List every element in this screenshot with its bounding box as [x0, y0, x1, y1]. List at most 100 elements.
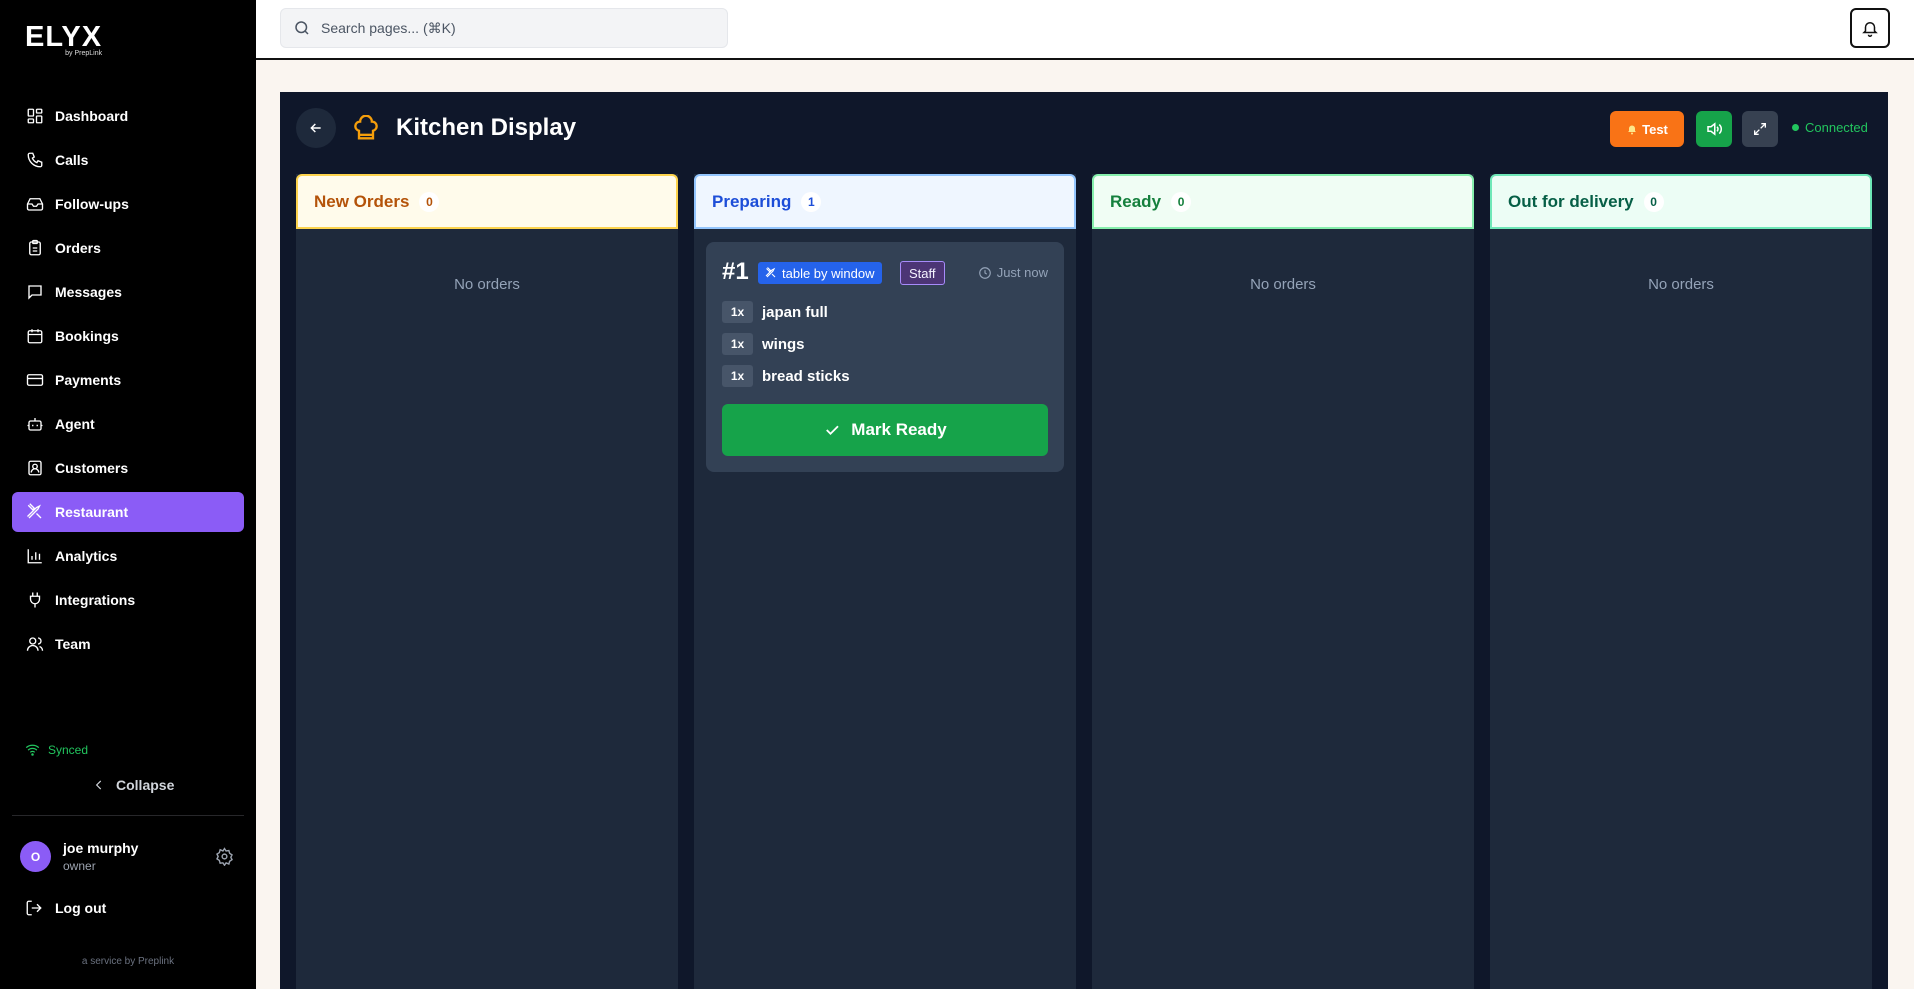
sidebar-item-calls[interactable]: Calls — [12, 140, 244, 180]
sidebar-item-agent[interactable]: Agent — [12, 404, 244, 444]
dashboard-icon — [25, 106, 45, 126]
sidebar-item-bookings[interactable]: Bookings — [12, 316, 244, 356]
sidebar-item-label: Team — [55, 636, 91, 652]
column-preparing: Preparing 1 #1 table by window Staff Jus… — [694, 174, 1076, 989]
sidebar-item-label: Follow-ups — [55, 196, 129, 212]
sound-toggle-button[interactable] — [1696, 111, 1732, 147]
service-credit: a service by Preplink — [81, 956, 175, 967]
bar-chart-icon — [25, 546, 45, 566]
connection-status-label: Connected — [1805, 120, 1868, 135]
empty-state: No orders — [1648, 276, 1714, 293]
column-header: Out for delivery 0 — [1490, 174, 1872, 229]
sync-status: Synced — [25, 742, 88, 757]
phone-icon — [25, 150, 45, 170]
column-ready: Ready 0 No orders — [1092, 174, 1474, 989]
sidebar-item-dashboard[interactable]: Dashboard — [12, 96, 244, 136]
plug-icon — [25, 590, 45, 610]
item-name: bread sticks — [762, 367, 850, 385]
column-header: New Orders 0 — [296, 174, 678, 229]
clock-icon — [978, 266, 992, 280]
table-badge: table by window — [758, 262, 882, 284]
sidebar-item-label: Restaurant — [55, 504, 129, 520]
back-button[interactable] — [296, 108, 336, 148]
sidebar-item-label: Bookings — [55, 328, 119, 344]
item-quantity: 1x — [722, 333, 753, 355]
order-card[interactable]: #1 table by window Staff Just now 1x jap… — [706, 242, 1064, 472]
chef-hat-icon — [352, 115, 380, 143]
sidebar-item-label: Agent — [55, 416, 95, 432]
column-new-orders: New Orders 0 No orders — [296, 174, 678, 989]
sidebar-item-label: Analytics — [55, 548, 118, 564]
notifications-button[interactable] — [1850, 8, 1890, 48]
sidebar-item-label: Payments — [55, 372, 122, 388]
sidebar-item-customers[interactable]: Customers — [12, 448, 244, 488]
kitchen-display: Kitchen Display Test Connected New Order… — [280, 92, 1888, 989]
sidebar-item-team[interactable]: Team — [12, 624, 244, 664]
sidebar-item-analytics[interactable]: Analytics — [12, 536, 244, 576]
fullscreen-button[interactable] — [1742, 111, 1778, 147]
item-name: wings — [762, 335, 805, 353]
bell-icon — [1861, 19, 1879, 37]
order-item: 1x wings — [722, 333, 805, 355]
user-role: owner — [63, 859, 96, 873]
search-bar[interactable] — [280, 8, 728, 48]
brand-logo[interactable]: ELYX by PrepLink — [25, 22, 102, 57]
user-name: joe murphy — [63, 840, 139, 856]
sidebar-divider — [12, 815, 244, 816]
gear-icon[interactable] — [215, 847, 234, 866]
search-input[interactable] — [321, 20, 701, 36]
sidebar-item-orders[interactable]: Orders — [12, 228, 244, 268]
contact-icon — [25, 458, 45, 478]
count-badge: 0 — [1643, 191, 1664, 212]
column-title: Ready — [1110, 191, 1162, 211]
logout-icon — [25, 899, 43, 917]
logout-button[interactable]: Log out — [25, 899, 106, 917]
column-header: Ready 0 — [1092, 174, 1474, 229]
credit-card-icon — [25, 370, 45, 390]
sidebar-nav: Dashboard Calls Follow-ups Orders Messag… — [12, 96, 244, 668]
utensils-icon — [765, 267, 777, 279]
sidebar-item-follow-ups[interactable]: Follow-ups — [12, 184, 244, 224]
sidebar-item-payments[interactable]: Payments — [12, 360, 244, 400]
empty-state: No orders — [454, 276, 520, 293]
sidebar-item-restaurant[interactable]: Restaurant — [12, 492, 244, 532]
sidebar-item-label: Messages — [55, 284, 122, 300]
table-label: table by window — [782, 265, 875, 281]
column-out-for-delivery: Out for delivery 0 No orders — [1490, 174, 1872, 989]
volume-icon — [1705, 120, 1723, 138]
utensils-icon — [25, 502, 45, 522]
sidebar-item-label: Customers — [55, 460, 129, 476]
item-name: japan full — [762, 303, 828, 321]
column-header: Preparing 1 — [694, 174, 1076, 229]
source-badge: Staff — [900, 261, 945, 285]
bot-icon — [25, 414, 45, 434]
collapse-button[interactable]: Collapse — [92, 777, 174, 793]
brand-name: ELYX — [25, 21, 103, 53]
test-button-label: Test — [1642, 121, 1668, 137]
topbar — [256, 0, 1914, 60]
user-profile[interactable]: O joe murphy owner — [20, 840, 138, 873]
arrow-left-icon — [308, 120, 324, 136]
kitchen-header: Kitchen Display Test Connected — [296, 108, 1872, 148]
connection-status: Connected — [1792, 120, 1868, 135]
users-icon — [25, 634, 45, 654]
collapse-label: Collapse — [116, 777, 175, 793]
sidebar-item-label: Dashboard — [55, 108, 129, 124]
inbox-icon — [25, 194, 45, 214]
maximize-icon — [1752, 121, 1768, 137]
count-badge: 0 — [419, 191, 440, 212]
sidebar-item-integrations[interactable]: Integrations — [12, 580, 244, 620]
sidebar-item-messages[interactable]: Messages — [12, 272, 244, 312]
order-number: #1 — [722, 258, 749, 285]
sidebar-item-label: Calls — [55, 152, 89, 168]
clipboard-icon — [25, 238, 45, 258]
status-dot — [1792, 124, 1799, 131]
calendar-icon — [25, 326, 45, 346]
mark-ready-button[interactable]: Mark Ready — [722, 404, 1048, 456]
item-quantity: 1x — [722, 301, 753, 323]
sidebar-item-label: Integrations — [55, 592, 136, 608]
test-button[interactable]: Test — [1610, 111, 1684, 147]
column-title: Out for delivery — [1508, 191, 1634, 211]
chevron-left-icon — [92, 778, 106, 792]
order-time: Just now — [978, 265, 1048, 280]
